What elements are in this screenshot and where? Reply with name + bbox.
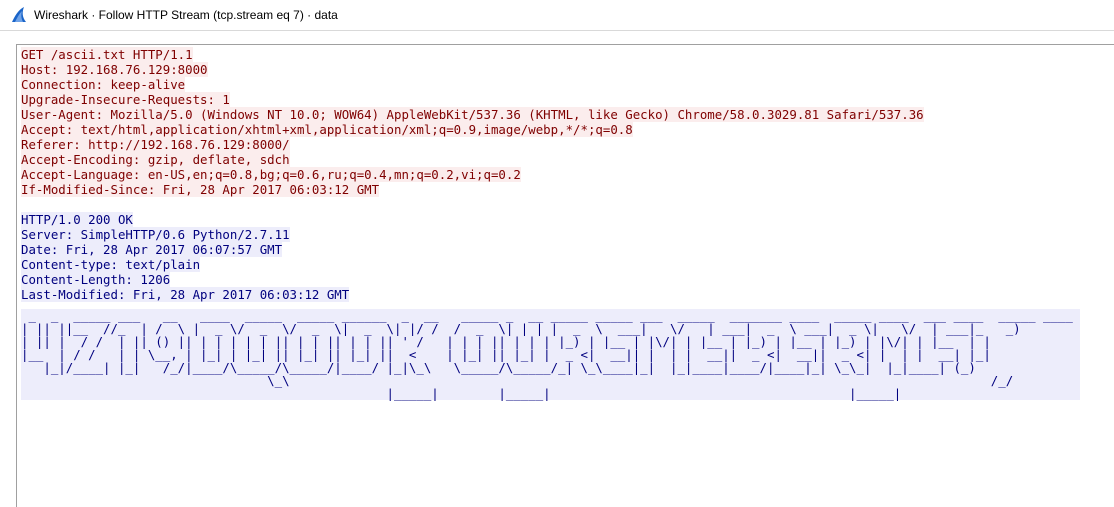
blank-separator bbox=[21, 197, 1080, 212]
stream-line: Accept-Language: en-US,en;q=0.8,bg;q=0.6… bbox=[21, 167, 1080, 182]
ascii-art-body: _ _ _____ ___ __ ____ _____ _____ ______… bbox=[21, 309, 1081, 401]
response-header-line: HTTP/1.0 200 OK bbox=[21, 212, 133, 227]
stream-line: Content-type: text/plain bbox=[21, 257, 1080, 272]
stream-content[interactable]: GET /ascii.txt HTTP/1.1 Host: 192.168.76.… bbox=[21, 47, 1081, 401]
stream-line: Connection: keep-alive bbox=[21, 77, 1080, 92]
stream-line: Host: 192.168.76.129:8000 bbox=[21, 62, 1080, 77]
request-header-line: Upgrade-Insecure-Requests: 1 bbox=[21, 92, 230, 107]
stream-line: Server: SimpleHTTP/0.6 Python/2.7.11 bbox=[21, 227, 1080, 242]
request-header-line: Accept-Encoding: gzip, deflate, sdch bbox=[21, 152, 290, 167]
stream-line: Last-Modified: Fri, 28 Apr 2017 06:03:12… bbox=[21, 287, 1080, 302]
response-header-line: Server: SimpleHTTP/0.6 Python/2.7.11 bbox=[21, 227, 290, 242]
request-header-line: GET /ascii.txt HTTP/1.1 bbox=[21, 47, 193, 62]
stream-text-view[interactable]: GET /ascii.txt HTTP/1.1 Host: 192.168.76.… bbox=[16, 44, 1114, 507]
response-header-line: Content-Length: 1206 bbox=[21, 272, 171, 287]
title-bar[interactable]: Wireshark · Follow HTTP Stream (tcp.stre… bbox=[0, 0, 1114, 31]
ascii-art-line: |_____| |_____| |_____| bbox=[21, 386, 1036, 401]
stream-line: GET /ascii.txt HTTP/1.1 bbox=[21, 47, 1080, 62]
request-header-line: User-Agent: Mozilla/5.0 (Windows NT 10.0… bbox=[21, 107, 924, 122]
request-header-line: Connection: keep-alive bbox=[21, 77, 186, 92]
request-header-line: Accept: text/html,application/xhtml+xml,… bbox=[21, 122, 633, 137]
stream-line: Date: Fri, 28 Apr 2017 06:07:57 GMT bbox=[21, 242, 1080, 257]
request-header-line: Accept-Language: en-US,en;q=0.8,bg;q=0.6… bbox=[21, 167, 521, 182]
follow-stream-window: Wireshark · Follow HTTP Stream (tcp.stre… bbox=[0, 0, 1114, 507]
response-header-line: Date: Fri, 28 Apr 2017 06:07:57 GMT bbox=[21, 242, 283, 257]
stream-line: Accept-Encoding: gzip, deflate, sdch bbox=[21, 152, 1080, 167]
stream-line: Content-Length: 1206 bbox=[21, 272, 1080, 287]
response-header-line: Last-Modified: Fri, 28 Apr 2017 06:03:12… bbox=[21, 287, 350, 302]
wireshark-fin-icon bbox=[12, 7, 26, 22]
stream-line: HTTP/1.0 200 OK bbox=[21, 212, 1080, 227]
request-header-line: If-Modified-Since: Fri, 28 Apr 2017 06:0… bbox=[21, 182, 380, 197]
stream-line: Referer: http://192.168.76.129:8000/ bbox=[21, 137, 1080, 152]
response-header-line: Content-type: text/plain bbox=[21, 257, 201, 272]
request-header-line: Referer: http://192.168.76.129:8000/ bbox=[21, 137, 290, 152]
stream-line: If-Modified-Since: Fri, 28 Apr 2017 06:0… bbox=[21, 182, 1080, 197]
stream-line: Upgrade-Insecure-Requests: 1 bbox=[21, 92, 1080, 107]
window-title: Wireshark · Follow HTTP Stream (tcp.stre… bbox=[34, 8, 338, 22]
request-header-line: Host: 192.168.76.129:8000 bbox=[21, 62, 208, 77]
stream-line: User-Agent: Mozilla/5.0 (Windows NT 10.0… bbox=[21, 107, 1080, 122]
stream-line: Accept: text/html,application/xhtml+xml,… bbox=[21, 122, 1080, 137]
